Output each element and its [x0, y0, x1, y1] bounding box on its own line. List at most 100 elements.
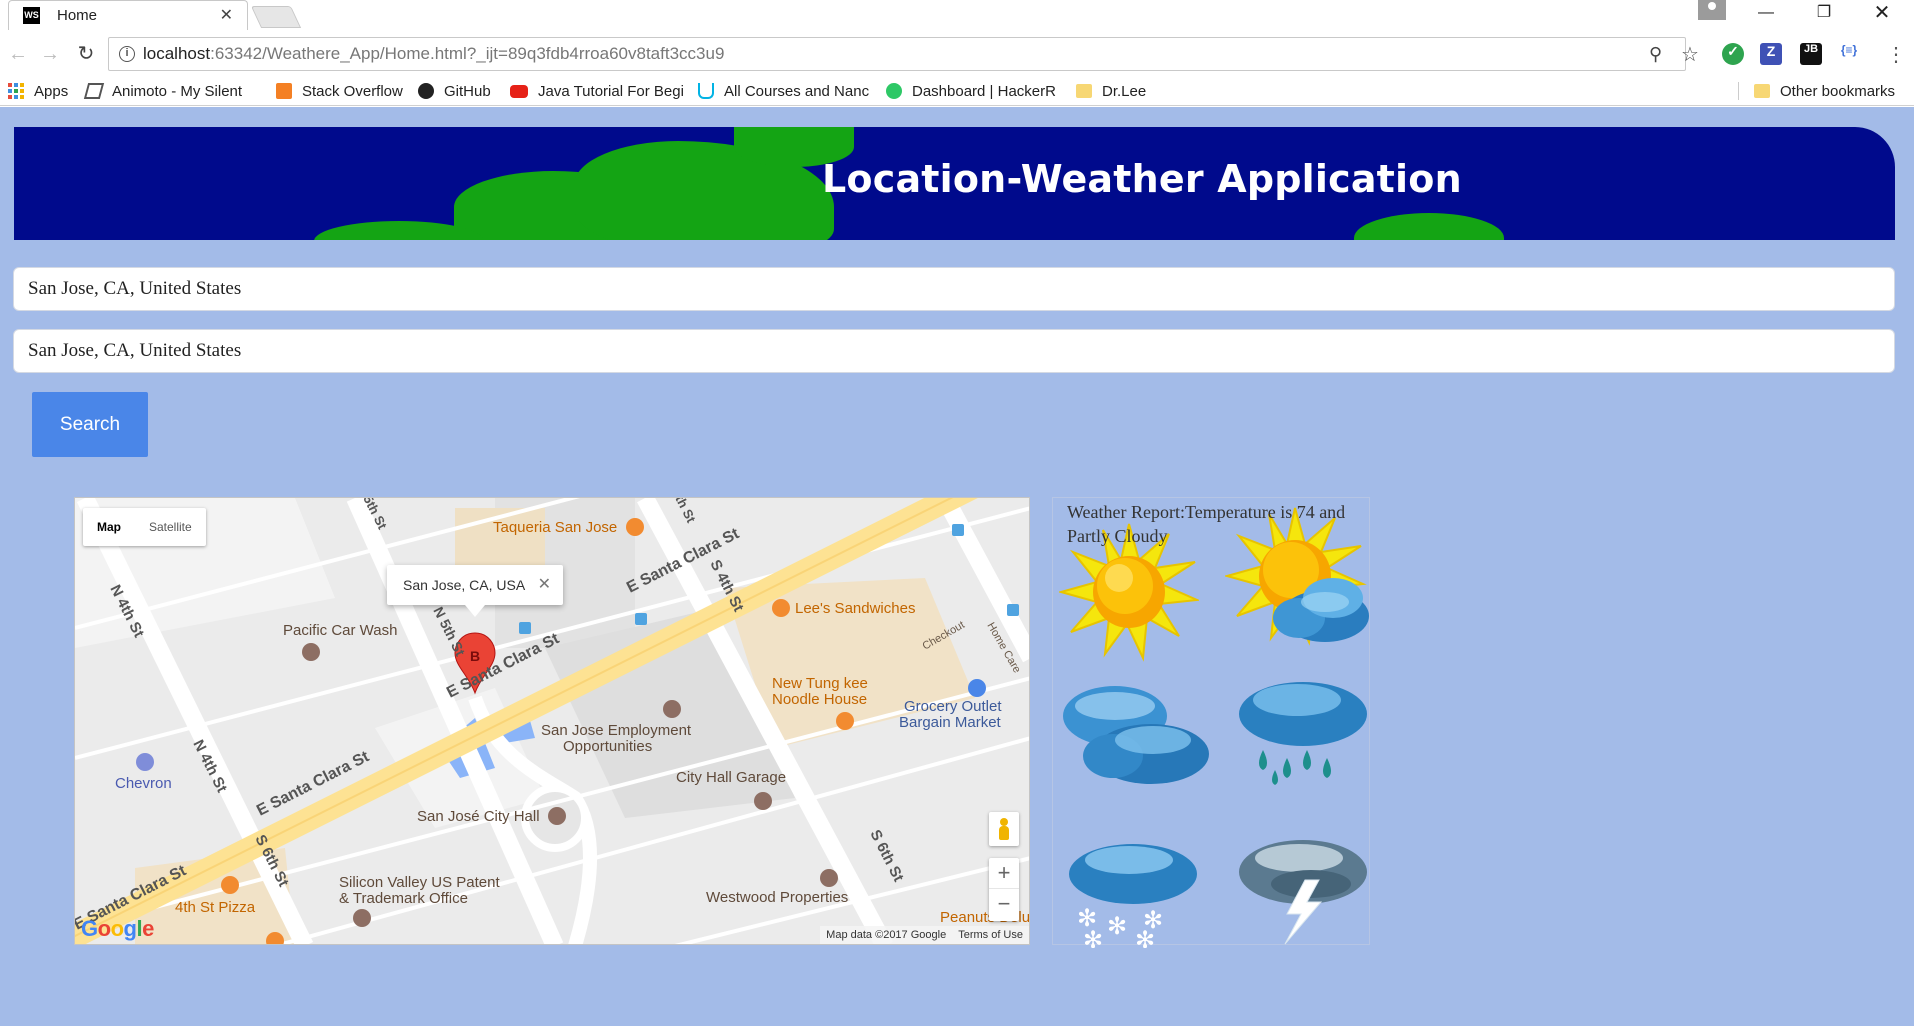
site-info-icon[interactable]: i	[119, 46, 135, 62]
marker-label: B	[470, 648, 480, 664]
bookmark-animoto[interactable]: Animoto - My Silent	[83, 81, 243, 101]
bookmark-apps[interactable]: Apps	[8, 81, 68, 101]
bookmark-hackerrank[interactable]: Dashboard | HackerR	[886, 81, 1056, 101]
street-view-pegman-icon[interactable]	[989, 812, 1019, 846]
place-label: San José City Hall	[417, 808, 540, 825]
destination-location-input[interactable]: San Jose, CA, United States	[13, 329, 1895, 373]
place-label: Lee's Sandwiches	[795, 600, 915, 617]
bookmark-label: GitHub	[444, 82, 491, 100]
new-tab-button[interactable]	[250, 6, 302, 28]
terms-of-use-link[interactable]: Terms of Use	[958, 926, 1023, 944]
bookmark-udacity[interactable]: All Courses and Nanc	[698, 81, 869, 101]
place-label: New Tung kee	[772, 675, 868, 692]
zoom-magnifier-icon[interactable]: ⚲	[1649, 44, 1662, 65]
zotero-extension-icon[interactable]: Z	[1760, 43, 1782, 65]
tab-title: Home	[57, 7, 98, 24]
search-button[interactable]: Search	[32, 392, 148, 457]
info-window-close-icon[interactable]: ✕	[538, 565, 551, 605]
svg-text:✻: ✻	[1083, 926, 1103, 948]
address-bar[interactable]: i localhost:63342/Weathere_App/Home.html…	[108, 37, 1699, 71]
url-text[interactable]: localhost:63342/Weathere_App/Home.html?_…	[143, 44, 724, 64]
place-label: Noodle House	[772, 691, 867, 708]
svg-text:✻: ✻	[1107, 912, 1127, 940]
bookmark-label: Dr.Lee	[1102, 82, 1147, 100]
place-label: Taqueria San Jose	[493, 519, 617, 536]
udacity-icon	[698, 83, 714, 99]
banner-land-shape	[1354, 213, 1504, 240]
youtube-icon	[510, 84, 528, 98]
google-map[interactable]: B N 4th St N 4th St N 5th St E Santa Cla…	[74, 497, 1030, 945]
thunderstorm-icon	[1239, 840, 1367, 945]
google-logo: Google	[81, 916, 154, 941]
bookmark-other[interactable]: Other bookmarks	[1754, 81, 1895, 101]
weather-report-text: Weather Report:Temperature is 74 and Par…	[1067, 502, 1346, 546]
place-label: Silicon Valley US Patent	[339, 874, 500, 891]
place-label: Pacific Car Wash	[283, 622, 397, 639]
folder-icon	[1076, 84, 1092, 98]
bookmark-label: All Courses and Nanc	[724, 82, 870, 100]
url-host: localhost	[143, 44, 211, 63]
place-label: Opportunities	[563, 738, 652, 755]
forward-arrow-icon[interactable]: →	[36, 40, 64, 68]
profile-icon[interactable]	[1698, 0, 1726, 20]
browser-tabstrip: WS Home ✕ — ❐ ✕	[0, 0, 1914, 30]
place-label: Grocery Outlet	[904, 698, 1002, 715]
weather-panel: Weather Report:Temperature is 74 and Par…	[1052, 497, 1370, 948]
bookmark-stackoverflow[interactable]: Stack Overflow	[276, 81, 403, 101]
rain-icon	[1239, 682, 1367, 785]
map-attribution: Map data ©2017 Google Terms of Use	[820, 926, 1029, 944]
hackerrank-icon	[886, 83, 902, 99]
browser-tab-home[interactable]: WS Home ✕	[8, 0, 248, 30]
jetbrains-extension-icon[interactable]: JB	[1800, 43, 1822, 65]
zoom-control: + −	[989, 858, 1019, 921]
animoto-icon	[83, 83, 105, 99]
map-type-map-button[interactable]: Map	[83, 508, 135, 546]
place-label: Westwood Properties	[706, 889, 848, 906]
map-type-control: Map Satellite	[83, 508, 206, 546]
place-label: Bargain Market	[899, 714, 1002, 731]
bookmark-label: Dashboard | HackerR	[912, 82, 1056, 100]
map-type-satellite-button[interactable]: Satellite	[135, 508, 206, 546]
chrome-menu-icon[interactable]: ⋮	[1886, 42, 1906, 67]
bookmarks-bar: Apps Animoto - My Silent Stack Overflow …	[0, 76, 1914, 106]
apps-grid-icon	[8, 83, 24, 99]
place-label: San Jose Employment	[541, 722, 692, 739]
tab-close-icon[interactable]: ✕	[220, 5, 233, 25]
bookmarks-divider	[1738, 82, 1739, 100]
close-window-icon[interactable]: ✕	[1854, 0, 1910, 28]
folder-icon	[1754, 84, 1770, 98]
map-data-credit: Map data ©2017 Google	[826, 929, 947, 941]
svg-text:✻: ✻	[1135, 926, 1155, 948]
place-label: Chevron	[115, 775, 172, 792]
stackoverflow-icon	[276, 83, 292, 99]
map-info-window: San Jose, CA, USA ✕	[387, 565, 563, 617]
page-body: Location-Weather Application San Jose, C…	[0, 107, 1914, 1026]
cloudy-icon	[1063, 686, 1209, 784]
url-path: :63342/Weathere_App/Home.html?_ijt=89q3f…	[210, 44, 725, 63]
place-label: 4th St Pizza	[175, 899, 256, 916]
minimize-icon[interactable]: —	[1738, 0, 1794, 28]
snow-icon: ✻ ✻ ✻ ✻ ✻	[1069, 844, 1197, 948]
page-title: Location-Weather Application	[822, 157, 1462, 201]
check-extension-icon[interactable]: ✓	[1722, 43, 1744, 65]
bookmark-label: Other bookmarks	[1780, 82, 1896, 100]
github-icon	[418, 83, 434, 99]
zoom-out-button[interactable]: −	[989, 889, 1019, 920]
bookmark-label: Java Tutorial For Begi	[538, 82, 684, 100]
bookmark-github[interactable]: GitHub	[418, 81, 491, 101]
json-extension-icon[interactable]: {≡}	[1838, 43, 1860, 65]
bookmark-java-tutorial[interactable]: Java Tutorial For Begi	[510, 81, 684, 101]
reload-icon[interactable]: ↻	[72, 40, 100, 68]
info-window-text: San Jose, CA, USA	[403, 577, 526, 593]
bookmark-dr-lee[interactable]: Dr.Lee	[1076, 81, 1146, 101]
zoom-in-button[interactable]: +	[989, 858, 1019, 889]
restore-icon[interactable]: ❐	[1796, 0, 1852, 28]
place-label: City Hall Garage	[676, 769, 786, 786]
bookmark-label: Animoto - My Silent	[112, 82, 243, 100]
webstorm-favicon-icon: WS	[23, 7, 40, 24]
back-arrow-icon[interactable]: ←	[4, 40, 32, 68]
bookmark-label: Stack Overflow	[302, 82, 403, 100]
origin-location-input[interactable]: San Jose, CA, United States	[13, 267, 1895, 311]
bookmark-star-icon[interactable]: ☆	[1681, 42, 1699, 67]
place-label: & Trademark Office	[339, 890, 468, 907]
